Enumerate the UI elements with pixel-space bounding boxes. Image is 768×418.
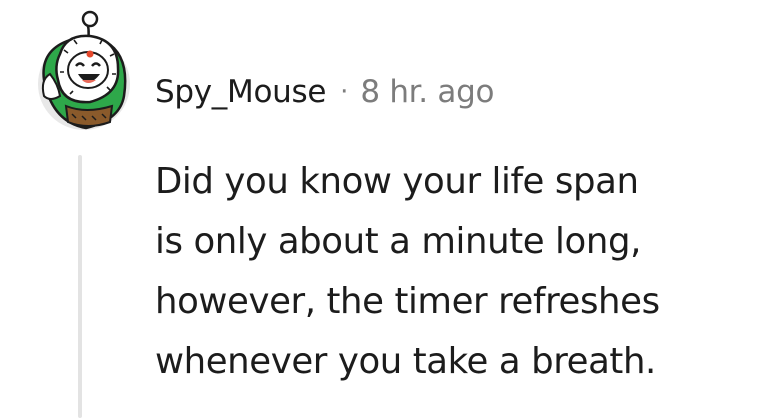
thread-collapse-line[interactable] bbox=[78, 155, 82, 418]
timestamp[interactable]: 8 hr. ago bbox=[360, 74, 494, 110]
comment-body-line: is only about a minute long, bbox=[155, 221, 641, 262]
comment: Spy_Mouse · 8 hr. ago Did you know your … bbox=[0, 0, 768, 418]
comment-body: Did you know your life span is only abou… bbox=[155, 152, 755, 392]
comment-body-line: whenever you take a breath. bbox=[155, 341, 656, 382]
meta-separator: · bbox=[340, 77, 349, 107]
username-link[interactable]: Spy_Mouse bbox=[155, 74, 326, 110]
comment-body-line: Did you know your life span bbox=[155, 161, 639, 202]
avatar[interactable] bbox=[30, 10, 142, 134]
comment-body-line: however, the timer refreshes bbox=[155, 281, 660, 322]
comment-meta: Spy_Mouse · 8 hr. ago bbox=[155, 70, 494, 114]
snoo-avatar-icon bbox=[38, 10, 130, 130]
